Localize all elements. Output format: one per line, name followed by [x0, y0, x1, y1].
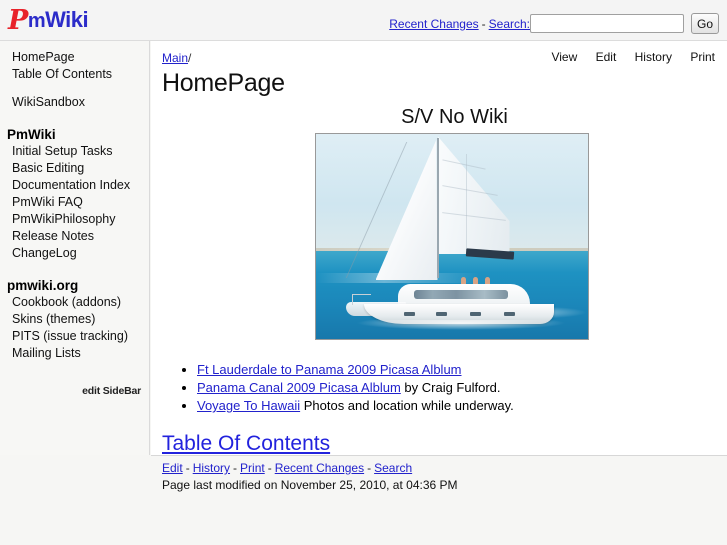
footer-print-link[interactable]: Print [240, 461, 265, 475]
sidebar-item-table-of-contents[interactable]: Table Of Contents [12, 66, 143, 83]
link-panama-canal[interactable]: Panama Canal 2009 Picasa Alblum [197, 380, 401, 395]
sidebar-heading-pmwiki: PmWiki [7, 127, 56, 142]
sidebar-item-mailing-lists[interactable]: Mailing Lists [12, 345, 143, 362]
photo-cabin-windows [413, 290, 508, 299]
footer-separator: - [367, 461, 372, 475]
pmwiki-logo[interactable]: PmWiki [8, 5, 89, 34]
link-list: Ft Lauderdale to Panama 2009 Picasa Albl… [162, 361, 717, 414]
sailboat-photo [314, 133, 589, 340]
search-input[interactable] [530, 14, 684, 33]
page-footer: Edit - History - Print - Recent Changes - Search… [151, 456, 727, 545]
last-modified-text: Page last modified on November 25, 2010,… [162, 478, 458, 492]
breadcrumb-group-link[interactable]: Main [162, 51, 188, 65]
link-suffix: by Craig Fulford. [400, 380, 501, 395]
photo-wake [355, 320, 566, 330]
footer-links: Edit - History - Print - Recent Changes - Search [162, 461, 727, 475]
sidebar-item-release-notes[interactable]: Release Notes [12, 228, 143, 245]
breadcrumb-separator: / [188, 51, 192, 65]
footer-separator: - [233, 461, 238, 475]
link-ft-lauderdale-panama[interactable]: Ft Lauderdale to Panama 2009 Picasa Albl… [197, 362, 462, 377]
sidebar-item-pmwiki-faq[interactable]: PmWiki FAQ [12, 194, 143, 211]
logo-letter-p: P [8, 5, 28, 36]
sidebar-item-documentation-index[interactable]: Documentation Index [12, 177, 143, 194]
logo-word-wiki: Wiki [45, 7, 89, 32]
footer-recent-changes-link[interactable]: Recent Changes [275, 461, 364, 475]
sidebar-item-initial-setup-tasks[interactable]: Initial Setup Tasks [12, 143, 143, 160]
sidebar-item-changelog[interactable]: ChangeLog [12, 245, 143, 262]
sidebar-item-skins[interactable]: Skins (themes) [12, 311, 143, 328]
sidebar: HomePage Table Of Contents WikiSandbox P… [0, 41, 150, 455]
photo-hull-portholes [403, 312, 524, 316]
footer-search-link[interactable]: Search [374, 461, 412, 475]
edit-sidebar-link[interactable]: edit SideBar [12, 384, 143, 399]
photo-pulpit [351, 294, 371, 305]
header-search-link[interactable]: Search: [489, 17, 530, 31]
sidebar-item-pmwikiphilosophy[interactable]: PmWikiPhilosophy [12, 211, 143, 228]
sidebar-heading-pmwiki-org: pmwiki.org [7, 278, 79, 293]
photo-heading: S/V No Wiki [401, 106, 508, 128]
photo-wrap [162, 133, 717, 343]
page-actions: View Edit History Print [536, 50, 715, 64]
main-content: View Edit History Print Main/ HomePage S… [151, 41, 727, 455]
page-action-print[interactable]: Print [690, 50, 715, 64]
page-background-fill [0, 455, 151, 545]
footer-edit-link[interactable]: Edit [162, 461, 183, 475]
sidebar-item-wikisandbox[interactable]: WikiSandbox [12, 94, 143, 111]
sidebar-item-basic-editing[interactable]: Basic Editing [12, 160, 143, 177]
header-separator: - [481, 16, 486, 31]
header-recent-changes-link[interactable]: Recent Changes [389, 17, 478, 31]
sidebar-item-homepage[interactable]: HomePage [12, 49, 143, 66]
table-of-contents-link[interactable]: Table Of Contents [162, 432, 330, 455]
list-item: Panama Canal 2009 Picasa Alblum by Craig… [197, 379, 717, 396]
list-item: Ft Lauderdale to Panama 2009 Picasa Albl… [197, 361, 717, 378]
page-action-view[interactable]: View [551, 50, 577, 64]
table-of-contents-heading: Table Of Contents [162, 432, 717, 456]
search-go-button[interactable]: Go [691, 13, 719, 34]
page-title: HomePage [162, 69, 285, 97]
photo-sail-seam-4 [465, 154, 467, 250]
footer-separator: - [185, 461, 190, 475]
footer-history-link[interactable]: History [193, 461, 230, 475]
site-header: PmWiki Recent Changes - Search: Go [0, 0, 727, 41]
sidebar-item-cookbook[interactable]: Cookbook (addons) [12, 294, 143, 311]
link-suffix: Photos and location while underway. [300, 398, 514, 413]
list-item: Voyage To Hawaii Photos and location whi… [197, 397, 717, 414]
logo-letter-m: m [27, 10, 46, 32]
footer-separator: - [267, 461, 272, 475]
photo-mast [436, 138, 439, 278]
link-voyage-to-hawaii[interactable]: Voyage To Hawaii [197, 398, 300, 413]
header-search-area: Recent Changes - Search: Go [389, 13, 719, 34]
sidebar-item-pits[interactable]: PITS (issue tracking) [12, 328, 143, 345]
page-action-history[interactable]: History [635, 50, 672, 64]
page-action-edit[interactable]: Edit [596, 50, 617, 64]
